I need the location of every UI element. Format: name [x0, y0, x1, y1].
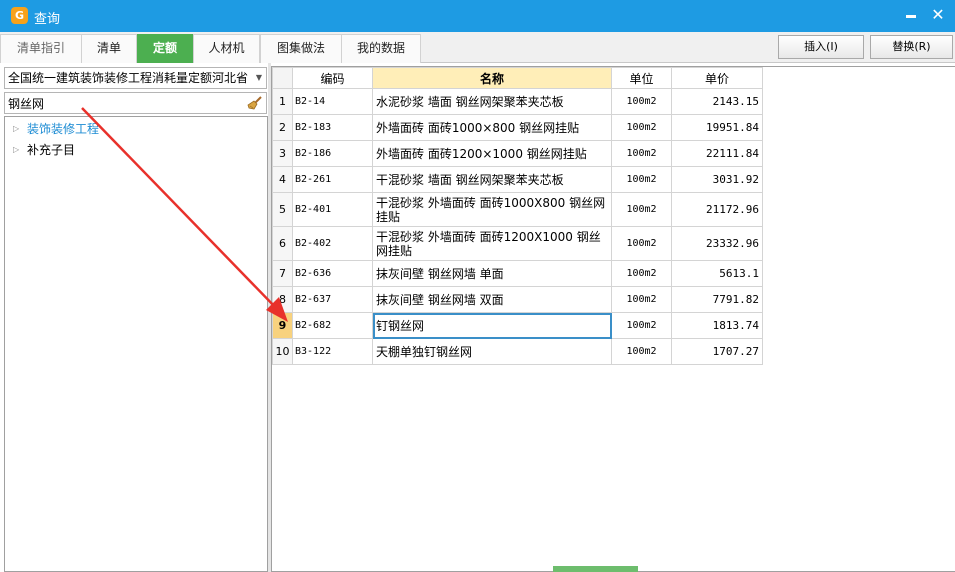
row-number[interactable]: 10 — [272, 338, 293, 365]
price-cell[interactable]: 1813.74 — [671, 312, 763, 339]
code-cell[interactable]: B2-14 — [292, 88, 373, 115]
category-tree: ▷ 装饰装修工程 ▷ 补充子目 — [4, 116, 268, 572]
expand-arrow-icon[interactable]: ▷ — [13, 141, 27, 159]
tab-bill[interactable]: 清单 — [81, 34, 137, 63]
tab-labor-material[interactable]: 人材机 — [193, 34, 260, 63]
price-column-header[interactable]: 单价 — [671, 67, 763, 89]
code-cell[interactable]: B2-637 — [292, 286, 373, 313]
table-row[interactable]: 6 B2-402 干混砂浆 外墙面砖 面砖1200X1000 钢丝网挂贴 100… — [272, 226, 763, 261]
window-title: 查询 — [34, 12, 61, 27]
table-row[interactable]: 1 B2-14 水泥砂浆 墙面 钢丝网架聚苯夹芯板 100m2 2143.15 — [272, 88, 763, 115]
name-cell[interactable]: 钉钢丝网 — [372, 312, 612, 339]
unit-cell[interactable]: 100m2 — [611, 114, 672, 141]
unit-cell[interactable]: 100m2 — [611, 140, 672, 167]
quota-library-value: 全国统一建筑装饰装修工程消耗量定额河北省 — [8, 71, 249, 85]
broom-clear-icon[interactable] — [247, 95, 263, 111]
table-row[interactable]: 4 B2-261 干混砂浆 墙面 钢丝网架聚苯夹芯板 100m2 3031.92 — [272, 166, 763, 193]
row-number[interactable]: 8 — [272, 286, 293, 313]
row-number-header[interactable] — [272, 67, 293, 89]
quota-results-table: 编码 名称 单位 单价 1 B2-14 水泥砂浆 墙面 钢丝网架聚苯夹芯板 10… — [272, 67, 763, 365]
insert-button[interactable]: 插入(I) — [778, 35, 864, 59]
code-cell[interactable]: B2-682 — [292, 312, 373, 339]
unit-column-header[interactable]: 单位 — [611, 67, 672, 89]
name-column-header[interactable]: 名称 — [372, 67, 612, 89]
unit-cell[interactable]: 100m2 — [611, 338, 672, 365]
unit-cell[interactable]: 100m2 — [611, 88, 672, 115]
replace-button[interactable]: 替换(R) — [870, 35, 953, 59]
code-cell[interactable]: B2-636 — [292, 260, 373, 287]
code-cell[interactable]: B2-186 — [292, 140, 373, 167]
unit-cell[interactable]: 100m2 — [611, 226, 672, 261]
table-row[interactable]: 10 B3-122 天棚单独钉钢丝网 100m2 1707.27 — [272, 338, 763, 365]
minimize-button[interactable] — [902, 6, 920, 24]
unit-cell[interactable]: 100m2 — [611, 166, 672, 193]
name-cell[interactable]: 干混砂浆 外墙面砖 面砖1200X1000 钢丝网挂贴 — [372, 226, 612, 261]
row-number[interactable]: 9 — [272, 312, 293, 339]
tab-quota[interactable]: 定额 — [137, 34, 193, 63]
expand-arrow-icon[interactable]: ▷ — [13, 120, 27, 138]
row-number[interactable]: 4 — [272, 166, 293, 193]
code-cell[interactable]: B2-401 — [292, 192, 373, 227]
name-cell[interactable]: 干混砂浆 外墙面砖 面砖1000X800 钢丝网挂贴 — [372, 192, 612, 227]
price-cell[interactable]: 23332.96 — [671, 226, 763, 261]
price-cell[interactable]: 21172.96 — [671, 192, 763, 227]
quota-library-select[interactable]: 全国统一建筑装饰装修工程消耗量定额河北省 ▼ — [4, 67, 267, 89]
table-row-selected[interactable]: 9 B2-682 钉钢丝网 100m2 1813.74 — [272, 312, 763, 339]
app-logo-icon: G — [11, 7, 28, 24]
row-number[interactable]: 1 — [272, 88, 293, 115]
price-cell[interactable]: 1707.27 — [671, 338, 763, 365]
row-number[interactable]: 3 — [272, 140, 293, 167]
table-row[interactable]: 2 B2-183 外墙面砖 面砖1000×800 钢丝网挂贴 100m2 199… — [272, 114, 763, 141]
table-row[interactable]: 5 B2-401 干混砂浆 外墙面砖 面砖1000X800 钢丝网挂贴 100m… — [272, 192, 763, 227]
name-cell[interactable]: 外墙面砖 面砖1000×800 钢丝网挂贴 — [372, 114, 612, 141]
unit-cell[interactable]: 100m2 — [611, 312, 672, 339]
bottom-panel-grip[interactable] — [553, 566, 638, 572]
row-number[interactable]: 2 — [272, 114, 293, 141]
row-number[interactable]: 7 — [272, 260, 293, 287]
code-cell[interactable]: B2-402 — [292, 226, 373, 261]
table-row[interactable]: 8 B2-637 抹灰间壁 钢丝网墙 双面 100m2 7791.82 — [272, 286, 763, 313]
table-row[interactable]: 7 B2-636 抹灰间壁 钢丝网墙 单面 100m2 5613.1 — [272, 260, 763, 287]
name-cell[interactable]: 干混砂浆 墙面 钢丝网架聚苯夹芯板 — [372, 166, 612, 193]
close-button[interactable]: ✕ — [929, 6, 947, 24]
search-box — [4, 92, 267, 114]
title-bar: G 查询 ✕ — [0, 0, 955, 32]
unit-cell[interactable]: 100m2 — [611, 286, 672, 313]
price-cell[interactable]: 2143.15 — [671, 88, 763, 115]
unit-cell[interactable]: 100m2 — [611, 192, 672, 227]
tree-item-supplementary[interactable]: ▷ 补充子目 — [13, 141, 75, 159]
table-header-row: 编码 名称 单位 单价 — [272, 67, 763, 89]
tab-my-data[interactable]: 我的数据 — [341, 34, 421, 63]
search-input[interactable] — [5, 93, 235, 113]
table-row[interactable]: 3 B2-186 外墙面砖 面砖1200×1000 钢丝网挂贴 100m2 22… — [272, 140, 763, 167]
name-cell[interactable]: 外墙面砖 面砖1200×1000 钢丝网挂贴 — [372, 140, 612, 167]
name-cell[interactable]: 水泥砂浆 墙面 钢丝网架聚苯夹芯板 — [372, 88, 612, 115]
price-cell[interactable]: 3031.92 — [671, 166, 763, 193]
name-cell[interactable]: 天棚单独钉钢丝网 — [372, 338, 612, 365]
code-column-header[interactable]: 编码 — [292, 67, 373, 89]
price-cell[interactable]: 19951.84 — [671, 114, 763, 141]
name-cell[interactable]: 抹灰间壁 钢丝网墙 双面 — [372, 286, 612, 313]
code-cell[interactable]: B3-122 — [292, 338, 373, 365]
tab-atlas-method[interactable]: 图集做法 — [260, 34, 342, 63]
price-cell[interactable]: 5613.1 — [671, 260, 763, 287]
results-panel: 编码 名称 单位 单价 1 B2-14 水泥砂浆 墙面 钢丝网架聚苯夹芯板 10… — [271, 66, 955, 572]
chevron-down-icon: ▼ — [253, 68, 262, 88]
code-cell[interactable]: B2-261 — [292, 166, 373, 193]
tab-bill-guide[interactable]: 清单指引 — [0, 34, 82, 63]
row-number[interactable]: 6 — [272, 226, 293, 261]
row-number[interactable]: 5 — [272, 192, 293, 227]
price-cell[interactable]: 7791.82 — [671, 286, 763, 313]
unit-cell[interactable]: 100m2 — [611, 260, 672, 287]
name-cell[interactable]: 抹灰间壁 钢丝网墙 单面 — [372, 260, 612, 287]
price-cell[interactable]: 22111.84 — [671, 140, 763, 167]
left-panel: 全国统一建筑装饰装修工程消耗量定额河北省 ▼ ▷装饰装修工程 ▷补充子目 — [0, 63, 270, 572]
code-cell[interactable]: B2-183 — [292, 114, 373, 141]
tree-item-decoration-works[interactable]: ▷ 装饰装修工程 — [13, 120, 99, 138]
